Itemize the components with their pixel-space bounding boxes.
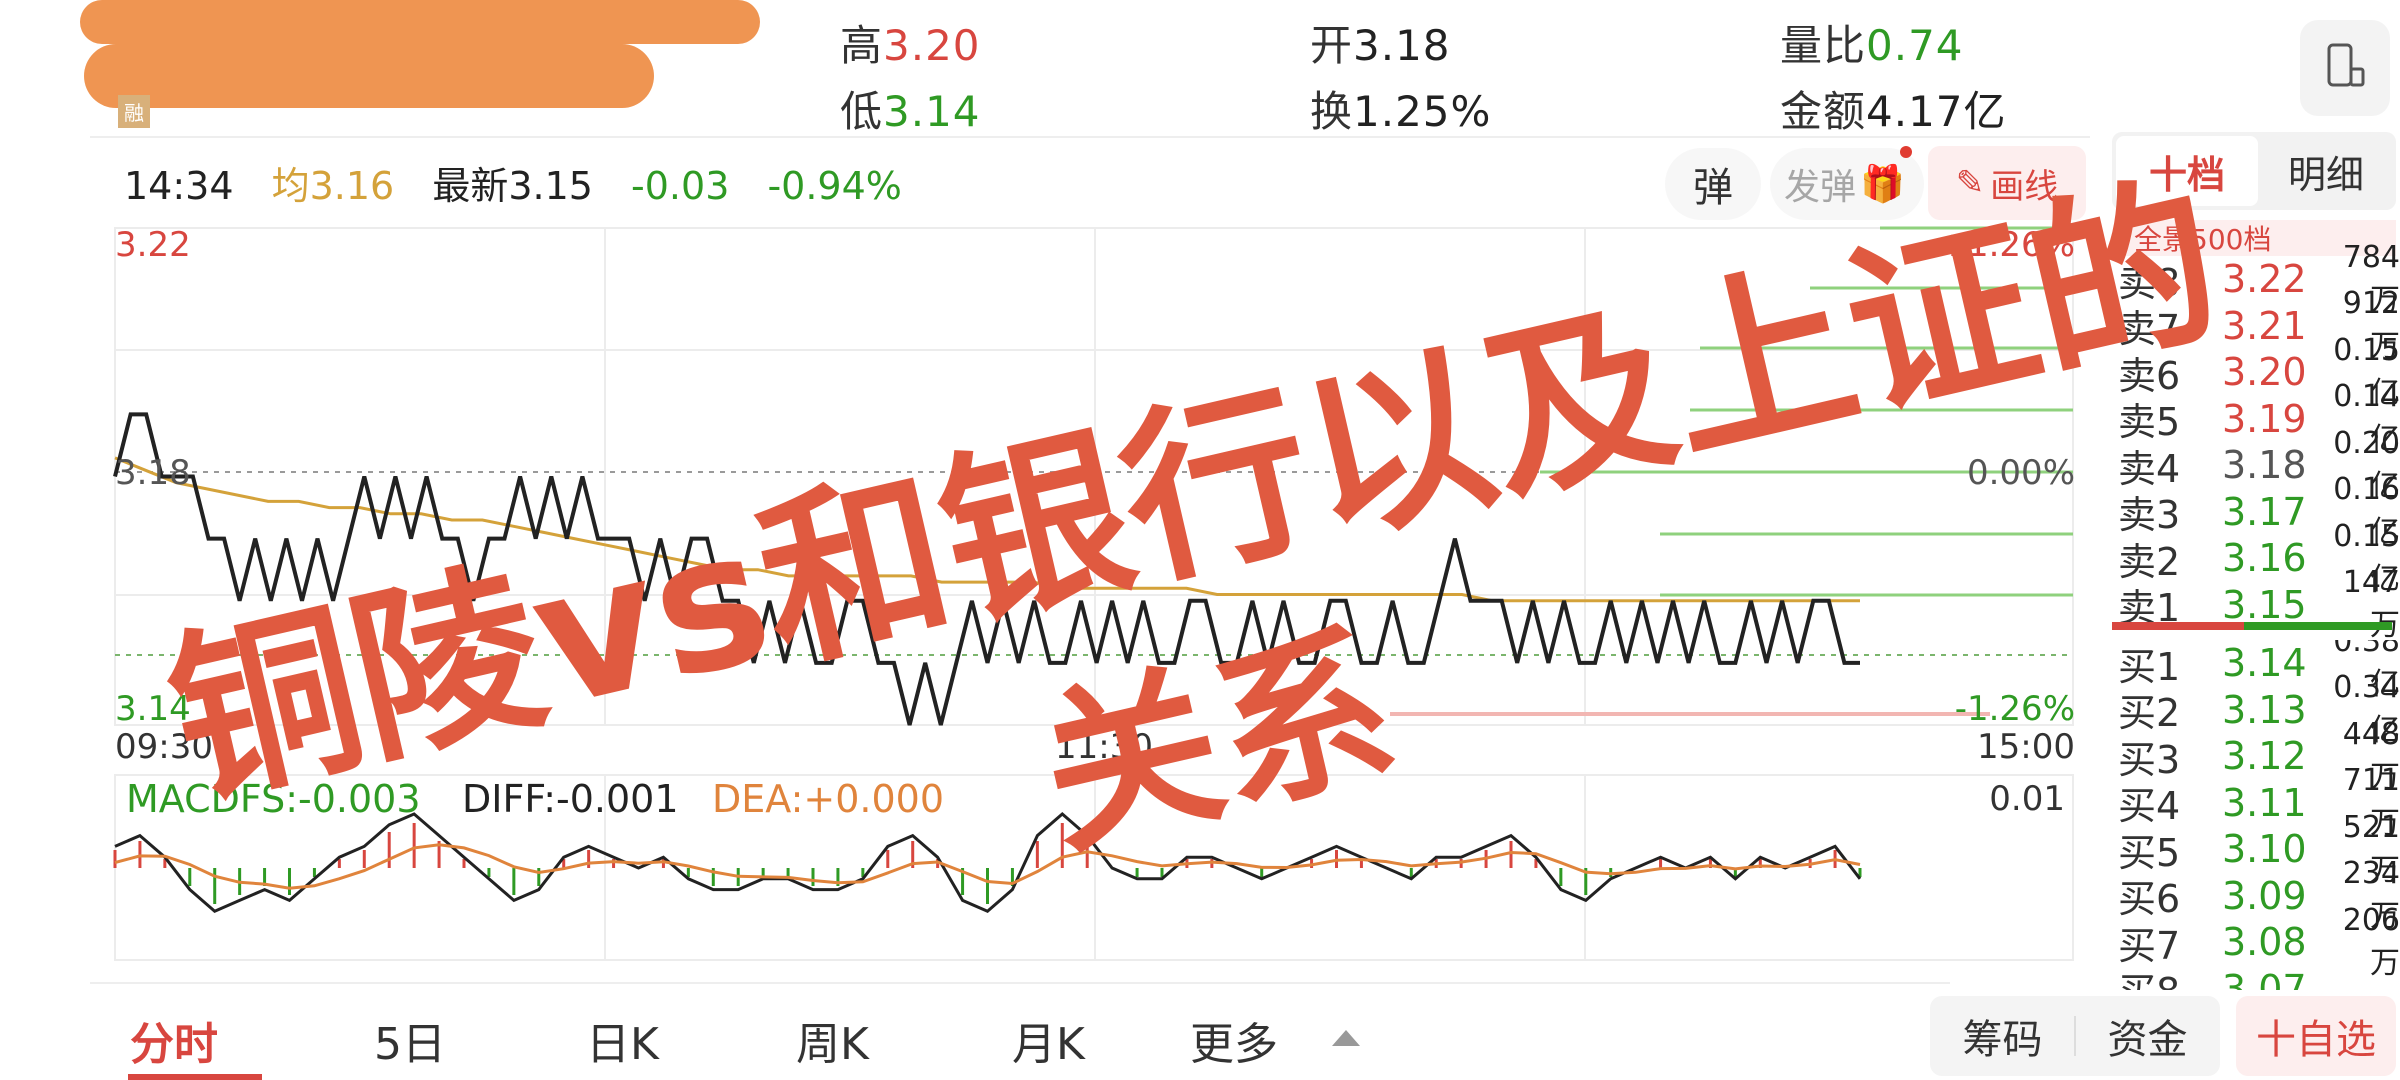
bottom-divider: [90, 982, 1950, 984]
more-caret-icon: [1332, 1030, 1360, 1046]
price-mid-label: 3.18: [115, 453, 191, 493]
overlay-line-2: 关系: [1023, 602, 1412, 881]
diff-label: DIFF:-0.001: [462, 777, 679, 821]
pct-bottom-label: -1.26%: [1955, 689, 2075, 729]
active-tab-underline: [128, 1074, 262, 1080]
time-end-label: 15:00: [1977, 727, 2075, 767]
macd-scale-label: 0.01: [1989, 779, 2065, 819]
funds-button[interactable]: 资金: [2075, 996, 2220, 1076]
dea-label: DEA:+0.000: [712, 777, 944, 821]
period-tab[interactable]: 更多: [1190, 1008, 1278, 1072]
add-watchlist-button[interactable]: 十自选: [2236, 996, 2396, 1076]
dea-line: [114, 843, 1861, 890]
intraday-chart[interactable]: 3.22 3.18 3.14 +1.26% 0.00% -1.26% 09:30…: [0, 0, 2400, 1080]
overlay-annotation-2: 关系: [1023, 602, 1412, 881]
period-tab[interactable]: 月K: [1012, 1008, 1085, 1072]
pct-mid-label: 0.00%: [1967, 453, 2075, 493]
period-tab[interactable]: 周K: [796, 1008, 869, 1072]
price-top-label: 3.22: [115, 225, 191, 265]
period-tab[interactable]: 日K: [586, 1008, 659, 1072]
chips-button[interactable]: 筹码: [1930, 996, 2075, 1076]
period-tab[interactable]: 分时: [130, 1008, 218, 1072]
period-tab[interactable]: 5日: [374, 1008, 446, 1072]
